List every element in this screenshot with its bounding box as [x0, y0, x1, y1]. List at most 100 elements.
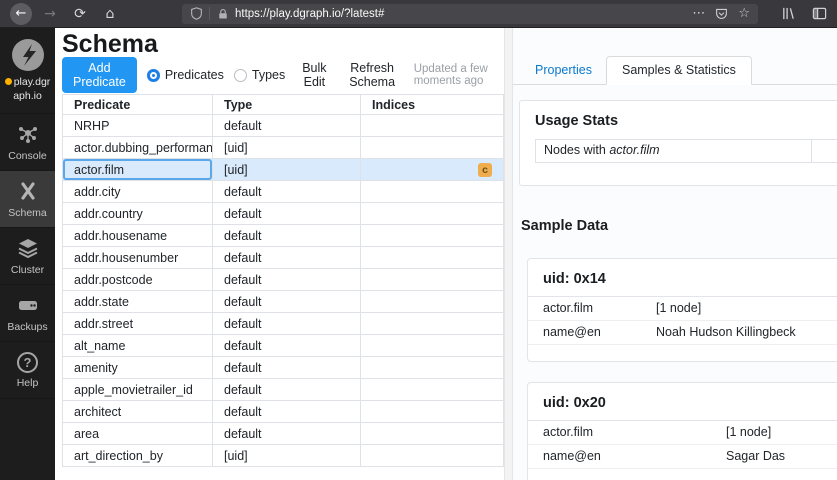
- pocket-icon[interactable]: [715, 7, 728, 20]
- type-cell: default: [213, 401, 361, 423]
- drive-icon: [16, 293, 40, 317]
- usage-stat-value: [812, 140, 837, 162]
- sidebar-item-label: Backups: [7, 321, 47, 333]
- type-cell: default: [213, 269, 361, 291]
- graph-icon: [16, 122, 40, 146]
- type-cell: default: [213, 291, 361, 313]
- add-predicate-button[interactable]: Add Predicate: [62, 57, 137, 93]
- url-bar[interactable]: https://play.dgraph.io/?latest# ⋯ ☆: [182, 4, 758, 24]
- refresh-schema-button[interactable]: Refresh Schema: [344, 61, 401, 89]
- sidebar-item-console[interactable]: Console: [0, 114, 55, 171]
- table-row[interactable]: NRHPdefault: [63, 115, 504, 137]
- sample-row: actor.film [1 node]: [528, 297, 837, 321]
- sidebar-item-backups[interactable]: Backups: [0, 285, 55, 342]
- home-button[interactable]: ⌂: [100, 4, 120, 24]
- table-row[interactable]: addr.housenumberdefault: [63, 247, 504, 269]
- sidebar-item-brand[interactable]: play.dgraph.io: [0, 28, 55, 114]
- table-row[interactable]: apple_movietrailer_iddefault: [63, 379, 504, 401]
- pencils-icon: [16, 179, 40, 203]
- predicate-cell: addr.country: [63, 203, 213, 225]
- sample-node-body: actor.film [1 node] name@en Sagar Das: [528, 421, 837, 480]
- indices-cell: [361, 335, 504, 357]
- details-pane: Properties Samples & Statistics Usage St…: [513, 28, 837, 480]
- layers-icon: [16, 236, 40, 260]
- back-button[interactable]: ←: [10, 3, 32, 25]
- type-cell: default: [213, 203, 361, 225]
- sample-row: actor.film [1 node]: [528, 421, 837, 445]
- predicate-cell: addr.state: [63, 291, 213, 313]
- table-row[interactable]: addr.statedefault: [63, 291, 504, 313]
- type-cell: default: [213, 181, 361, 203]
- sample-value: [1 node]: [726, 424, 837, 441]
- table-row[interactable]: areadefault: [63, 423, 504, 445]
- table-row[interactable]: addr.housenamedefault: [63, 225, 504, 247]
- schema-toolbar: Add Predicate Predicates Types Bulk Edit…: [62, 64, 504, 86]
- question-mark-icon: ?: [17, 352, 38, 373]
- sample-node-uid: uid: 0x20: [528, 383, 837, 421]
- updated-timestamp: Updated a few moments ago: [414, 63, 504, 87]
- predicate-cell: actor.film: [63, 159, 213, 181]
- type-cell: default: [213, 357, 361, 379]
- predicate-cell: alt_name: [63, 335, 213, 357]
- usage-stat-label: Nodes with actor.film: [536, 140, 812, 162]
- lock-icon[interactable]: [217, 8, 229, 20]
- bookmark-star-icon[interactable]: ☆: [738, 7, 750, 20]
- predicate-cell: actor.dubbing_performances: [63, 137, 213, 159]
- sample-row: name@en Noah Hudson Killingbeck: [528, 321, 837, 345]
- type-cell: [uid]: [213, 159, 361, 181]
- library-icon[interactable]: [781, 6, 796, 21]
- table-row[interactable]: addr.countrydefault: [63, 203, 504, 225]
- indices-cell: [361, 115, 504, 137]
- table-row[interactable]: art_direction_by[uid]: [63, 445, 504, 467]
- sample-node-card: uid: 0x14 actor.film [1 node] name@en No…: [527, 258, 837, 362]
- indices-cell: [361, 137, 504, 159]
- type-cell: default: [213, 225, 361, 247]
- connection-label: play.dgraph.io: [4, 76, 51, 102]
- indices-cell: [361, 313, 504, 335]
- indices-cell: [361, 269, 504, 291]
- predicate-cell: NRHP: [63, 115, 213, 137]
- usage-stat-row: Nodes with actor.film: [535, 139, 837, 163]
- vertical-scrollbar[interactable]: [504, 28, 513, 480]
- bulk-edit-button[interactable]: Bulk Edit: [299, 61, 329, 89]
- sample-node-body: actor.film [1 node] name@en Noah Hudson …: [528, 297, 837, 361]
- page-actions-icon[interactable]: ⋯: [692, 7, 705, 20]
- sample-data-title: Sample Data: [521, 218, 837, 234]
- tracking-shield-icon[interactable]: [190, 7, 203, 20]
- usage-stats-card: Usage Stats Nodes with actor.film: [519, 100, 837, 186]
- tab-samples-statistics[interactable]: Samples & Statistics: [606, 56, 752, 85]
- radio-checked-icon: [147, 69, 160, 82]
- predicates-radio[interactable]: Predicates: [147, 68, 224, 82]
- sample-value: Noah Hudson Killingbeck: [656, 324, 837, 341]
- table-row[interactable]: actor.dubbing_performances[uid]: [63, 137, 504, 159]
- sidebar-item-help[interactable]: ? Help: [0, 342, 55, 399]
- table-row[interactable]: addr.citydefault: [63, 181, 504, 203]
- usage-stats-title: Usage Stats: [535, 113, 837, 129]
- table-row[interactable]: amenitydefault: [63, 357, 504, 379]
- reload-button[interactable]: ⟳: [70, 4, 90, 24]
- predicate-cell: addr.postcode: [63, 269, 213, 291]
- column-header-predicate: Predicate: [63, 95, 213, 115]
- table-row[interactable]: addr.postcodedefault: [63, 269, 504, 291]
- forward-button[interactable]: →: [40, 4, 60, 24]
- predicate-cell: amenity: [63, 357, 213, 379]
- table-row-selected[interactable]: actor.film[uid]c: [63, 159, 504, 181]
- table-row[interactable]: addr.streetdefault: [63, 313, 504, 335]
- sidebar-item-cluster[interactable]: Cluster: [0, 228, 55, 285]
- table-row[interactable]: architectdefault: [63, 401, 504, 423]
- types-radio[interactable]: Types: [234, 68, 285, 82]
- sidebar-toggle-icon[interactable]: [812, 6, 827, 21]
- sidebar-item-schema[interactable]: Schema: [0, 171, 55, 228]
- sample-value: Sagar Das: [726, 448, 837, 465]
- predicates-table: Predicate Type Indices NRHPdefault actor…: [62, 94, 504, 467]
- tab-properties[interactable]: Properties: [521, 57, 606, 84]
- type-cell: default: [213, 379, 361, 401]
- sample-value: [1 node]: [656, 300, 837, 317]
- predicate-cell: addr.street: [63, 313, 213, 335]
- type-cell: default: [213, 335, 361, 357]
- table-row[interactable]: alt_namedefault: [63, 335, 504, 357]
- sample-node-card: uid: 0x20 actor.film [1 node] name@en Sa…: [527, 382, 837, 480]
- indices-cell: [361, 379, 504, 401]
- details-tabbar: Properties Samples & Statistics: [513, 58, 837, 85]
- radio-unchecked-icon: [234, 69, 247, 82]
